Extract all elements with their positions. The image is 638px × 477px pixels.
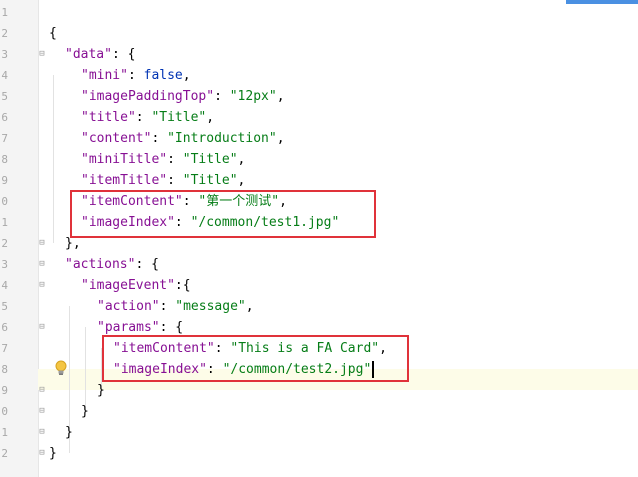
json-punctuation: : bbox=[151, 131, 168, 146]
json-punctuation: } bbox=[81, 404, 89, 419]
line-number: 3 bbox=[1, 258, 8, 271]
fold-icon[interactable]: ⊟ bbox=[37, 259, 47, 269]
json-key: "mini" bbox=[81, 68, 128, 83]
line-number: 9 bbox=[1, 384, 8, 397]
code-line[interactable]: "miniTitle": "Title", bbox=[81, 149, 245, 170]
line-number: 0 bbox=[1, 405, 8, 418]
json-punctuation: , bbox=[182, 68, 191, 83]
json-punctuation: : { bbox=[111, 47, 136, 62]
code-line[interactable]: "data": { bbox=[65, 44, 135, 65]
json-punctuation: , bbox=[237, 173, 246, 188]
code-line[interactable]: "title": "Title", bbox=[81, 107, 214, 128]
json-punctuation: : bbox=[167, 152, 183, 167]
code-line[interactable]: "actions": { bbox=[65, 254, 159, 275]
line-number: 0 bbox=[1, 195, 8, 208]
json-punctuation: } bbox=[97, 383, 105, 398]
line-number: 4 bbox=[1, 279, 8, 292]
code-line[interactable]: "imagePaddingTop": "12px", bbox=[81, 86, 285, 107]
json-key: "itemTitle" bbox=[81, 173, 168, 188]
json-key: "data" bbox=[65, 47, 112, 62]
line-number: 1 bbox=[1, 216, 8, 229]
json-punctuation: : { bbox=[135, 257, 159, 272]
line-number: 3 bbox=[1, 48, 8, 61]
json-punctuation: , bbox=[237, 152, 246, 167]
json-punctuation: , bbox=[276, 131, 285, 146]
json-punctuation: { bbox=[49, 26, 57, 41]
line-number: 7 bbox=[1, 342, 8, 355]
line-number: 5 bbox=[1, 300, 8, 313]
line-number-gutter: 1 2 3 4 5 6 7 8 9 0 1 2 3 4 5 6 7 8 9 0 1 2 bbox=[0, 0, 39, 477]
code-line[interactable]: "itemTitle": "Title", bbox=[81, 170, 245, 191]
code-line[interactable]: } bbox=[49, 443, 57, 464]
json-punctuation: :{ bbox=[174, 278, 191, 293]
json-punctuation: }, bbox=[65, 236, 81, 251]
fold-icon[interactable]: ⊟ bbox=[37, 49, 47, 59]
json-punctuation: : bbox=[127, 68, 144, 83]
json-punctuation: : bbox=[214, 89, 230, 104]
json-string: "Title" bbox=[182, 152, 238, 167]
fold-icon[interactable]: ⊟ bbox=[37, 448, 47, 458]
fold-icon[interactable]: ⊟ bbox=[37, 322, 47, 332]
text-caret bbox=[372, 361, 375, 378]
json-key: "imagePaddingTop" bbox=[81, 89, 215, 104]
json-string: "Introduction" bbox=[167, 131, 277, 146]
second-highlight-box bbox=[102, 335, 409, 382]
line-number: 8 bbox=[1, 363, 8, 376]
json-key: "title" bbox=[81, 110, 136, 125]
code-line[interactable]: "imageEvent":{ bbox=[81, 275, 191, 296]
json-punctuation: } bbox=[49, 446, 57, 461]
json-string: "message" bbox=[175, 299, 246, 314]
json-string: "12px" bbox=[229, 89, 277, 104]
line-number: 7 bbox=[1, 132, 8, 145]
code-line[interactable]: } bbox=[65, 422, 73, 443]
json-punctuation: , bbox=[206, 110, 215, 125]
code-line[interactable]: "action": "message", bbox=[97, 296, 254, 317]
indent-guide bbox=[85, 327, 86, 411]
line-number: 5 bbox=[1, 90, 8, 103]
json-key: "params" bbox=[97, 320, 160, 335]
json-string: "Title" bbox=[151, 110, 207, 125]
json-key: "action" bbox=[97, 299, 160, 314]
line-number: 2 bbox=[1, 237, 8, 250]
window-top-edge bbox=[0, 0, 638, 4]
json-punctuation: : bbox=[167, 173, 183, 188]
fold-icon[interactable]: ⊟ bbox=[37, 406, 47, 416]
lightbulb-icon[interactable] bbox=[54, 360, 68, 376]
fold-icon[interactable]: ⊟ bbox=[37, 385, 47, 395]
line-number: 1 bbox=[1, 6, 8, 19]
json-key: "imageEvent" bbox=[81, 278, 175, 293]
line-number: 2 bbox=[1, 447, 8, 460]
json-punctuation: , bbox=[276, 89, 285, 104]
json-punctuation: : bbox=[135, 110, 152, 125]
fold-icon[interactable]: ⊟ bbox=[37, 238, 47, 248]
json-punctuation: , bbox=[245, 299, 254, 314]
scroll-tab-accent bbox=[566, 0, 638, 4]
json-key: "content" bbox=[81, 131, 152, 146]
code-line[interactable]: "content": "Introduction", bbox=[81, 128, 285, 149]
line-number: 6 bbox=[1, 321, 8, 334]
code-line[interactable]: { bbox=[49, 23, 57, 44]
code-line[interactable]: "mini": false, bbox=[81, 65, 191, 86]
first-highlight-box bbox=[70, 190, 376, 238]
line-number: 1 bbox=[1, 426, 8, 439]
fold-icon[interactable]: ⊟ bbox=[37, 427, 47, 437]
line-number: 9 bbox=[1, 174, 8, 187]
json-literal: false bbox=[143, 68, 183, 83]
line-number: 8 bbox=[1, 153, 8, 166]
indent-guide bbox=[53, 75, 54, 243]
code-line[interactable]: } bbox=[97, 380, 105, 401]
json-key: "actions" bbox=[65, 257, 136, 272]
json-punctuation: : { bbox=[159, 320, 184, 335]
json-punctuation: : bbox=[159, 299, 176, 314]
line-number: 6 bbox=[1, 111, 8, 124]
json-punctuation: } bbox=[65, 425, 73, 440]
json-key: "miniTitle" bbox=[81, 152, 168, 167]
code-line[interactable]: } bbox=[81, 401, 89, 422]
line-number: 2 bbox=[1, 27, 8, 40]
json-string: "Title" bbox=[182, 173, 238, 188]
fold-icon[interactable]: ⊟ bbox=[37, 280, 47, 290]
line-number: 4 bbox=[1, 69, 8, 82]
